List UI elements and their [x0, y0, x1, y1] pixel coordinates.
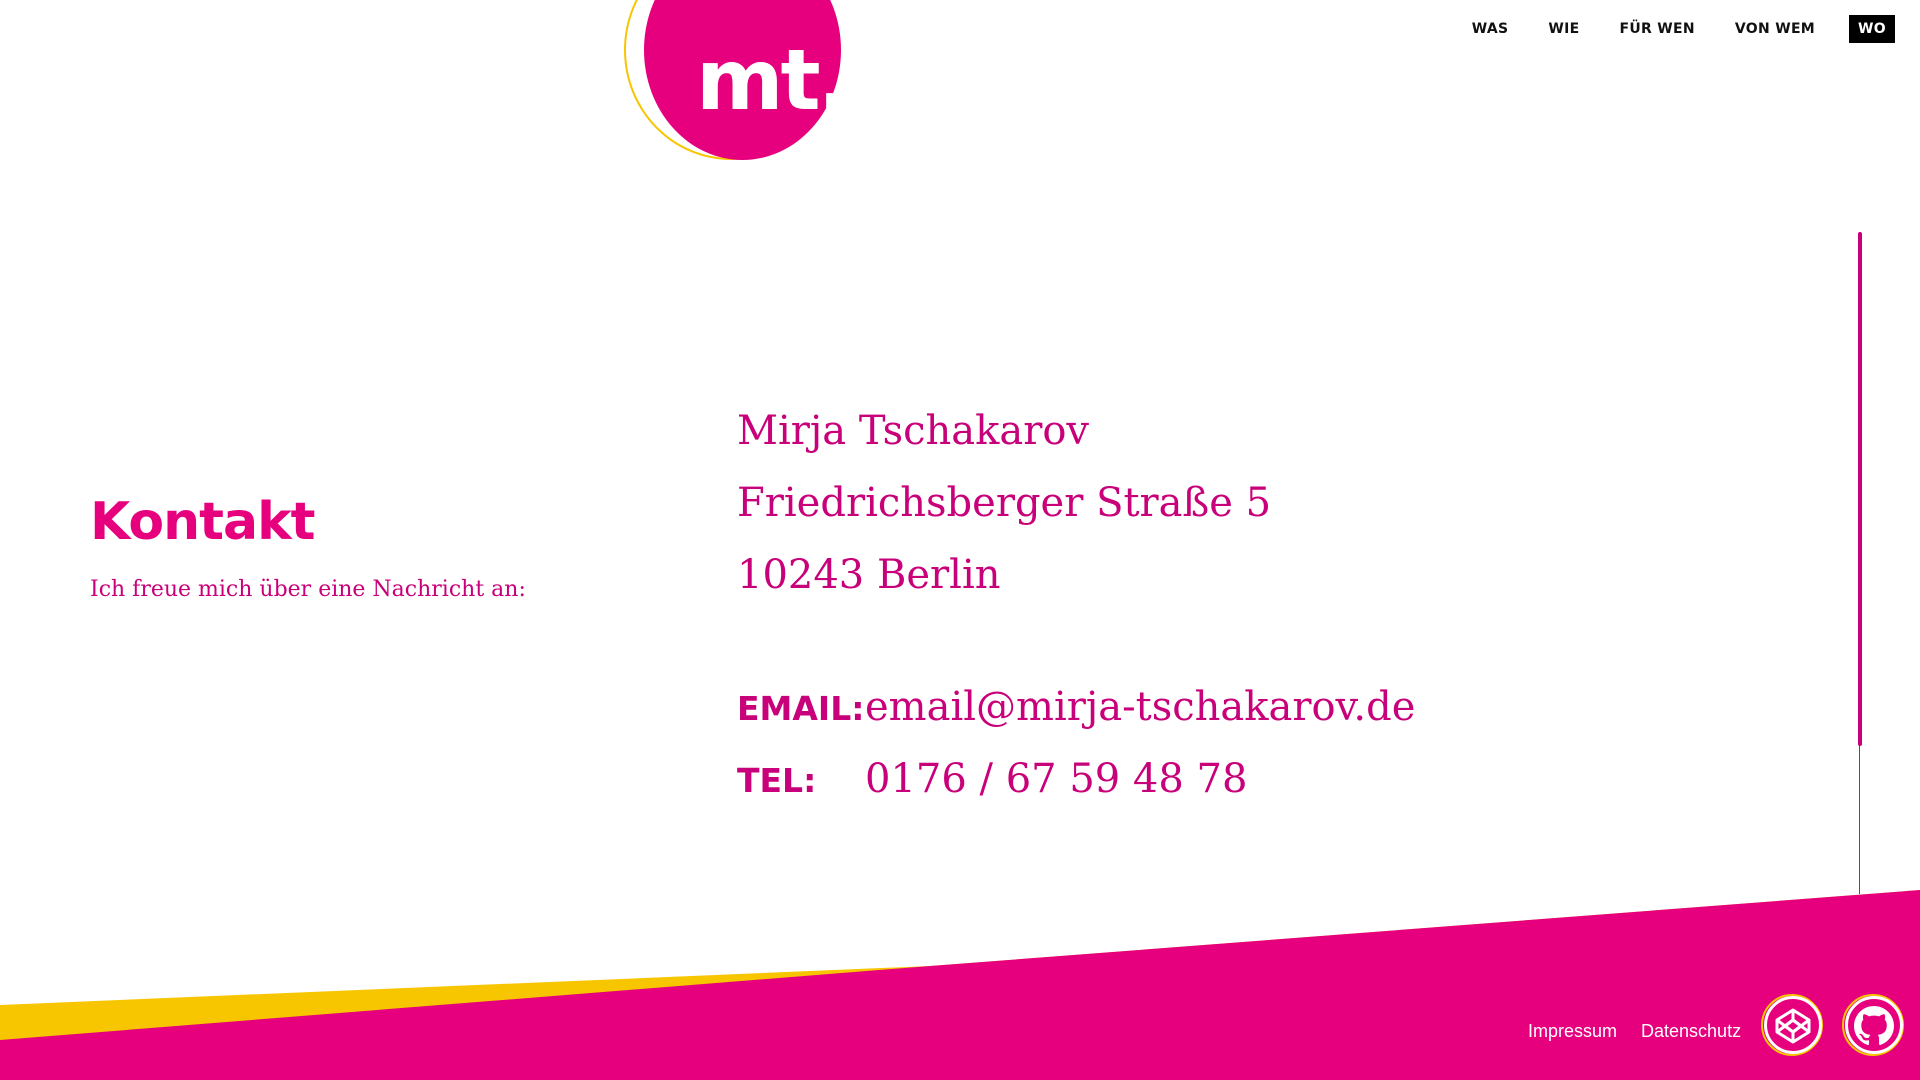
codepen-icon [1775, 1008, 1811, 1044]
impressum-link[interactable]: Impressum [1528, 1021, 1617, 1042]
footer-links: Impressum Datenschutz [1528, 1021, 1765, 1042]
logo-text: mt. [696, 31, 850, 129]
page-title: Kontakt [90, 492, 316, 552]
scroll-thumb[interactable] [1858, 232, 1862, 746]
datenschutz-link[interactable]: Datenschutz [1641, 1021, 1741, 1042]
nav-item-von-wem[interactable]: VON WEM [1735, 15, 1815, 43]
nav-item-fuer-wen[interactable]: FÜR WEN [1620, 15, 1695, 43]
tel-label: TEL: [737, 761, 817, 800]
github-icon [1854, 1006, 1894, 1046]
email-label: EMAIL: [737, 689, 865, 728]
footer-yellow-swoosh [0, 890, 1920, 1080]
address-city: 10243 Berlin [737, 552, 1001, 598]
nav-item-wie[interactable]: WIE [1548, 15, 1579, 43]
footer-pink-band [0, 890, 1920, 1080]
site-logo[interactable]: mt. [624, 0, 850, 164]
nav-item-wo[interactable]: WO [1849, 15, 1895, 43]
page-subtitle: Ich freue mich über eine Nachricht an: [90, 577, 526, 602]
address-street: Friedrichsberger Straße 5 [737, 480, 1272, 526]
address-name: Mirja Tschakarov [737, 408, 1090, 454]
address-block: Mirja Tschakarov Friedrichsberger Straße… [737, 395, 1271, 611]
tel-row: TEL: 0176 / 67 59 48 78 [737, 756, 1247, 802]
github-button[interactable] [1842, 994, 1904, 1056]
email-link[interactable]: email@mirja-tschakarov.de [865, 684, 1415, 730]
main-nav: WAS WIE FÜR WEN VON WEM WO [1432, 15, 1895, 43]
codepen-button[interactable] [1761, 994, 1823, 1056]
tel-link[interactable]: 0176 / 67 59 48 78 [865, 756, 1247, 802]
nav-item-was[interactable]: WAS [1472, 15, 1509, 43]
email-row: EMAIL: email@mirja-tschakarov.de [737, 684, 1415, 730]
